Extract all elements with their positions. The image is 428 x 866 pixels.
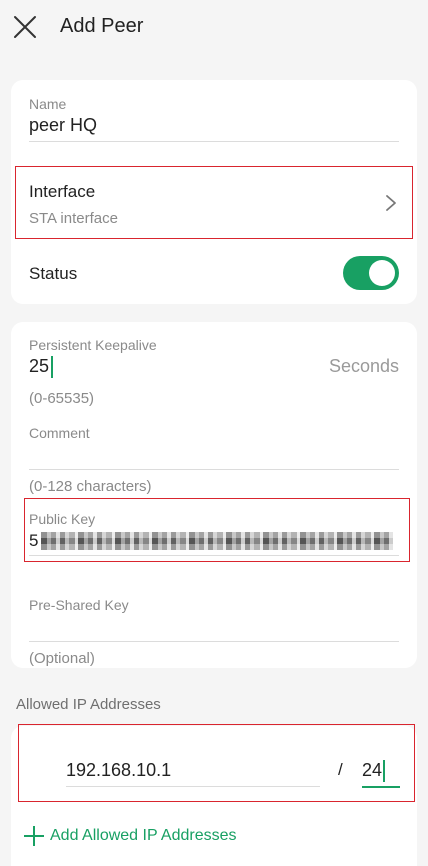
general-card: Name peer HQ Interface STA interface Sta… [11, 80, 417, 304]
prefix-underline [362, 786, 400, 788]
interface-label: Interface [29, 182, 96, 201]
interface-selector[interactable]: Interface STA interface [15, 166, 413, 239]
psk-label: Pre-Shared Key [29, 597, 129, 613]
comment-input[interactable] [29, 444, 399, 468]
prefix-separator: / [338, 760, 343, 779]
public-key-input[interactable]: 5 [29, 529, 399, 553]
close-button[interactable] [12, 14, 38, 40]
allowed-ip-row: 192.168.10.1 / 24 [18, 724, 415, 802]
name-underline [29, 141, 399, 142]
plus-icon [24, 826, 44, 846]
interface-value: STA interface [29, 210, 118, 227]
redacted-key [41, 532, 393, 550]
advanced-card: Persistent Keepalive 25 Seconds (0-65535… [11, 322, 417, 668]
prefix-caret [383, 760, 385, 782]
close-icon [14, 16, 36, 38]
text-caret [51, 356, 53, 378]
psk-hint: (Optional) [29, 650, 95, 667]
toggle-knob [369, 260, 395, 286]
name-label: Name [29, 96, 67, 112]
public-key-prefix: 5 [29, 531, 39, 550]
name-input[interactable]: peer HQ [29, 115, 97, 136]
status-label: Status [29, 264, 78, 283]
keepalive-unit: Seconds [328, 356, 399, 376]
comment-underline [29, 469, 399, 470]
allowed-ips-title: Allowed IP Addresses [16, 696, 161, 713]
prefix-value: 24 [362, 760, 383, 780]
keepalive-value: 25 [29, 356, 50, 376]
ip-address-input[interactable]: 192.168.10.1 [66, 758, 320, 788]
chevron-right-icon [386, 195, 396, 211]
comment-label: Comment [29, 425, 90, 441]
ip-underline [66, 786, 320, 787]
top-bar: Add Peer [0, 0, 428, 56]
status-toggle[interactable] [343, 256, 399, 290]
public-key-label: Public Key [29, 511, 96, 527]
psk-underline [29, 641, 399, 642]
page-title: Add Peer [60, 15, 144, 37]
add-allowed-ip-label: Add Allowed IP Addresses [50, 827, 237, 844]
comment-hint: (0-128 characters) [29, 478, 152, 495]
prefix-input[interactable]: 24 [362, 758, 400, 788]
keepalive-label: Persistent Keepalive [29, 337, 157, 353]
add-allowed-ip-button[interactable]: Add Allowed IP Addresses [24, 824, 237, 848]
ip-address-value: 192.168.10.1 [66, 760, 172, 780]
keepalive-hint: (0-65535) [29, 390, 95, 407]
public-key-underline [29, 555, 399, 556]
psk-input[interactable] [29, 616, 399, 640]
